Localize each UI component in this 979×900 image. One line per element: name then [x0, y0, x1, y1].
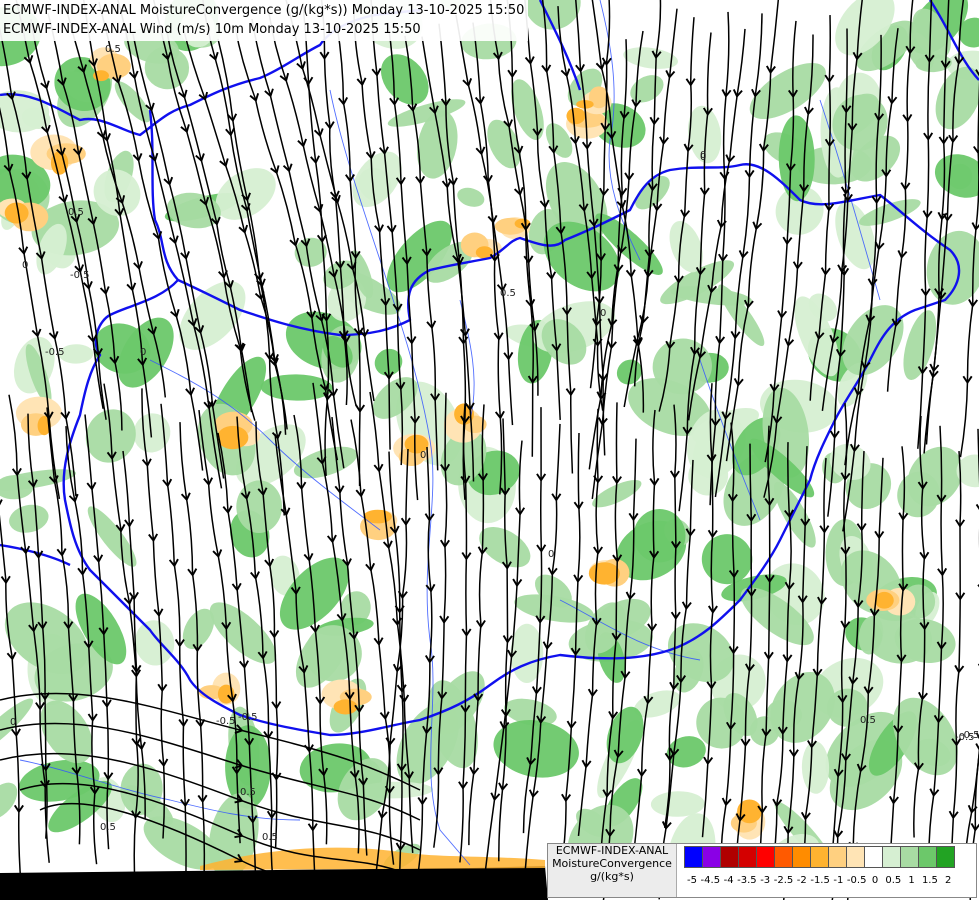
- legend-swatch: [774, 846, 793, 868]
- title-line-2: ECMWF-INDEX-ANAL Wind (m/s) 10m Monday 1…: [3, 22, 421, 37]
- contour-label: 0: [420, 450, 426, 461]
- legend-swatch: [792, 846, 811, 868]
- legend-tick: 0.5: [885, 875, 902, 886]
- divergence-patch: [217, 425, 249, 450]
- legend-tick: -4: [723, 875, 734, 886]
- legend-swatch: [846, 846, 865, 868]
- contour-label: -0.5: [70, 270, 90, 281]
- divergence-patch: [566, 107, 586, 125]
- legend-swatches: [684, 846, 955, 868]
- divergence-patch: [514, 218, 531, 229]
- legend-swatch: [738, 846, 757, 868]
- legend-swatch: [756, 846, 775, 868]
- contour-label: 0.5: [100, 822, 116, 833]
- legend-swatch: [918, 846, 937, 868]
- legend-tick: 1.5: [921, 875, 938, 886]
- legend-tick: -2.5: [773, 875, 794, 886]
- legend-name: ECMWF-INDEX-ANAL MoistureConvergence g/(…: [548, 844, 677, 897]
- contour-label: -0.5: [216, 716, 236, 727]
- legend-line-1: ECMWF-INDEX-ANAL: [555, 844, 669, 857]
- legend-swatch: [900, 846, 919, 868]
- contour-label: 0.5: [262, 832, 278, 843]
- legend-line-2: MoistureConvergence: [552, 857, 672, 870]
- title-line-1: ECMWF-INDEX-ANAL MoistureConvergence (g/…: [3, 3, 525, 18]
- legend-swatch: [702, 846, 721, 868]
- legend-tick: 2: [945, 875, 952, 886]
- contour-label: -0.5: [960, 730, 979, 741]
- legend-tick: -2: [796, 875, 807, 886]
- divergence-patch: [874, 591, 894, 609]
- divergence-patch: [363, 509, 392, 524]
- contour-label: 0: [10, 717, 16, 728]
- legend-swatch: [936, 846, 955, 868]
- legend-tick: -4.5: [700, 875, 721, 886]
- legend-swatch: [720, 846, 739, 868]
- legend-tick: 0: [871, 875, 879, 886]
- contour-label: 0: [600, 308, 606, 319]
- contour-label: 0: [700, 152, 706, 163]
- contour-label: 0.5: [500, 288, 516, 299]
- moisture-convergence-map: 0.5 0 0.5 -0.5 0 0 0 -0.5 0.5 -0.5 0.5 0.5 0 0 -0.5 0.5…: [0, 0, 979, 900]
- legend-unit: g/(kg*s): [590, 870, 634, 883]
- contour-label: 0.5: [68, 207, 84, 218]
- legend-swatch: [810, 846, 829, 868]
- legend-tick: -1: [833, 875, 844, 886]
- legend-tick: -0.5: [846, 875, 867, 886]
- divergence-patch: [333, 699, 358, 715]
- contour-label: -0.5: [45, 347, 65, 358]
- contour-label: 0.5: [105, 44, 121, 55]
- map-title: ECMWF-INDEX-ANAL MoistureConvergence (g/…: [0, 0, 529, 41]
- contour-label: 0.5: [860, 715, 876, 726]
- legend-swatch: [864, 846, 883, 868]
- contour-label: -0.5: [238, 712, 258, 723]
- contour-label: 0: [140, 347, 146, 358]
- legend-tick: 1: [908, 875, 915, 886]
- legend-swatch: [684, 846, 703, 868]
- divergence-patch: [588, 562, 620, 585]
- legend-tick: -1.5: [810, 875, 830, 886]
- contour-label: 0.5: [240, 787, 256, 798]
- legend-swatch: [882, 846, 901, 868]
- color-legend: ECMWF-INDEX-ANAL MoistureConvergence g/(…: [547, 843, 977, 898]
- legend-tick: -3.5: [737, 875, 757, 886]
- legend-tick-labels: -5 -4.5 -4 -3.5 -3 -2.5 -2 -1.5 -1 -0.5 0 0.5 1 1.5 2: [684, 875, 974, 889]
- contour-label: 0: [22, 260, 28, 271]
- contour-label: 0: [548, 549, 554, 560]
- legend-tick: -5: [687, 875, 697, 886]
- legend-tick: -3: [760, 875, 771, 886]
- legend-swatch: [828, 846, 847, 868]
